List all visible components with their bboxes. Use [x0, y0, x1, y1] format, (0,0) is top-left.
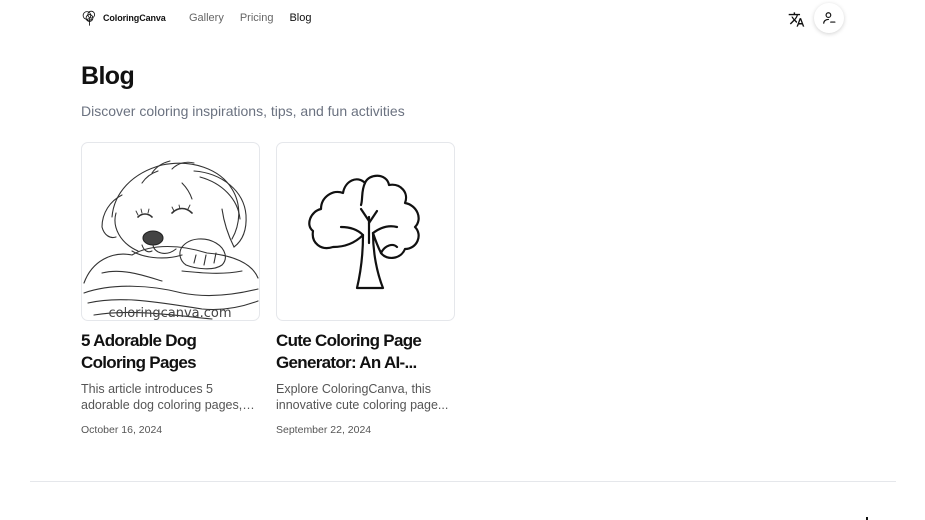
nav-item-gallery[interactable]: Gallery [189, 12, 224, 24]
tree-illustration [308, 174, 420, 290]
blog-post-card[interactable]: coloringcanva.com 5 Adorable Dog Colorin… [81, 142, 260, 436]
post-date: September 22, 2024 [276, 424, 372, 436]
thumbnail-watermark: coloringcanva.com [108, 306, 231, 320]
post-description: Explore ColoringCanva, this innovative c… [276, 382, 449, 412]
main-nav: Gallery Pricing Blog [189, 12, 312, 24]
user-account-button[interactable] [814, 3, 844, 33]
translate-icon [788, 11, 804, 27]
site-header: ColoringCanva Gallery Pricing Blog [0, 0, 925, 37]
page-subtitle: Discover coloring inspirations, tips, an… [81, 103, 405, 119]
sleeping-puppy-illustration: coloringcanva.com [83, 160, 259, 320]
post-thumbnail[interactable] [276, 142, 455, 321]
translate-button[interactable] [786, 9, 806, 29]
blog-post-card[interactable]: Cute Coloring Page Generator: An AI-... … [276, 142, 455, 436]
logo-tree-icon [82, 10, 96, 26]
user-icon [823, 12, 836, 24]
nav-item-blog[interactable]: Blog [289, 12, 311, 24]
nav-item-pricing[interactable]: Pricing [240, 12, 274, 24]
post-description: This article introduces 5 adorable dog c… [81, 382, 243, 412]
post-thumbnail[interactable]: coloringcanva.com [81, 142, 260, 321]
logo-link[interactable]: ColoringCanva [81, 9, 166, 27]
footer-divider [30, 481, 896, 482]
page-title: Blog [81, 62, 135, 90]
logo-text: ColoringCanva [103, 13, 166, 23]
post-title[interactable]: Cute Coloring Page Generator: An AI-... [276, 330, 455, 374]
post-date: October 16, 2024 [81, 424, 163, 436]
post-title[interactable]: 5 Adorable Dog Coloring Pages [81, 330, 260, 374]
